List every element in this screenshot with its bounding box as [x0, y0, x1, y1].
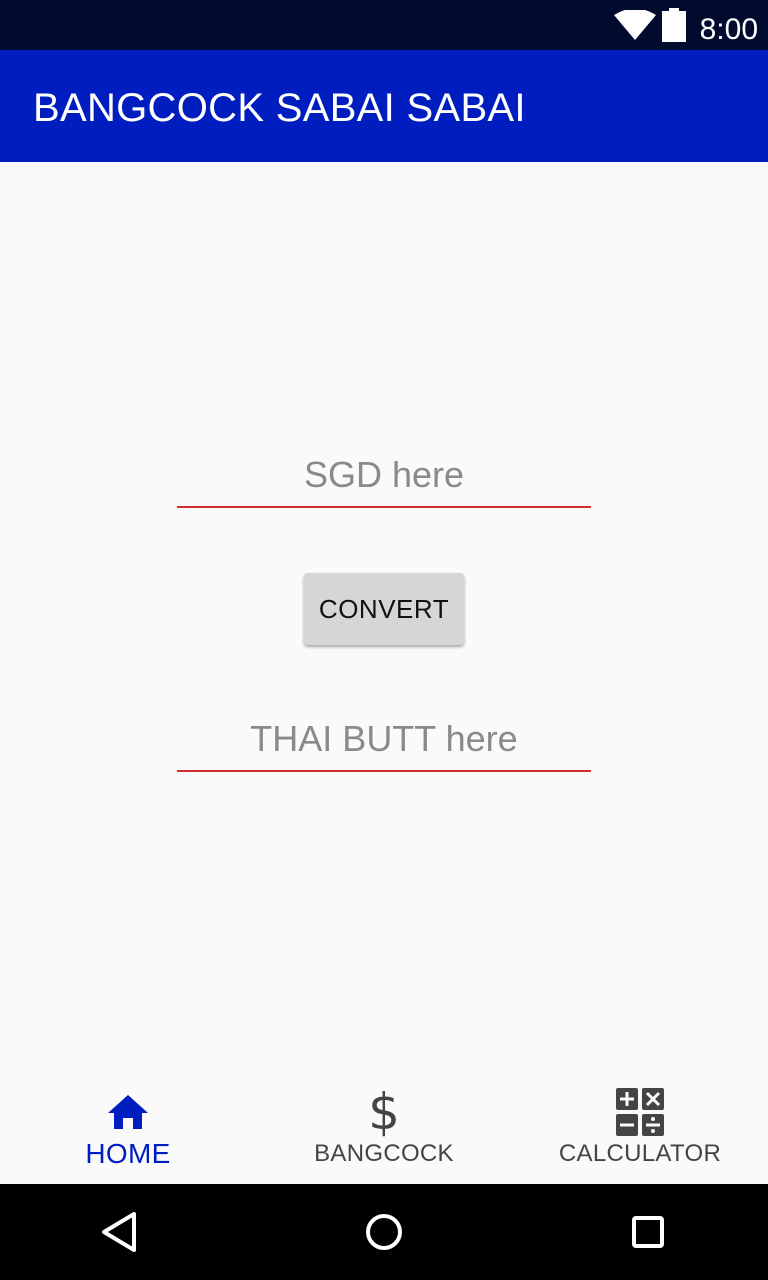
- bottom-navigation: HOME $ BANGCOCK CALCULATOR: [0, 1072, 768, 1184]
- thb-field: [177, 710, 591, 772]
- screen: 8:00 BANGCOCK SABAI SABAI CONVERT HOME $…: [0, 0, 768, 1280]
- convert-button[interactable]: CONVERT: [304, 573, 464, 645]
- sgd-field: [177, 446, 591, 508]
- wifi-icon: [614, 10, 656, 40]
- battery-icon: [662, 8, 686, 42]
- nav-item-bangcock[interactable]: $ BANGCOCK: [256, 1072, 512, 1184]
- status-bar: 8:00: [0, 0, 768, 50]
- nav-label-home: HOME: [85, 1138, 171, 1169]
- thb-input[interactable]: [177, 718, 591, 770]
- nav-label-calculator: CALCULATOR: [558, 1140, 722, 1167]
- sgd-input[interactable]: [177, 454, 591, 506]
- app-bar: BANGCOCK SABAI SABAI: [0, 50, 768, 162]
- dollar-icon: $: [368, 1083, 400, 1141]
- app-title: BANGCOCK SABAI SABAI: [33, 86, 526, 130]
- system-navigation-bar: [0, 1184, 768, 1280]
- nav-item-home[interactable]: HOME: [0, 1072, 256, 1184]
- nav-label-bangcock: BANGCOCK: [314, 1140, 454, 1167]
- calculator-icon: [614, 1086, 666, 1138]
- nav-item-calculator[interactable]: CALCULATOR: [512, 1072, 768, 1184]
- home-icon: [102, 1086, 154, 1138]
- recent-apps-icon[interactable]: [624, 1208, 672, 1256]
- home-circle-icon[interactable]: [360, 1208, 408, 1256]
- back-icon[interactable]: [96, 1208, 144, 1256]
- status-time: 8:00: [699, 13, 758, 46]
